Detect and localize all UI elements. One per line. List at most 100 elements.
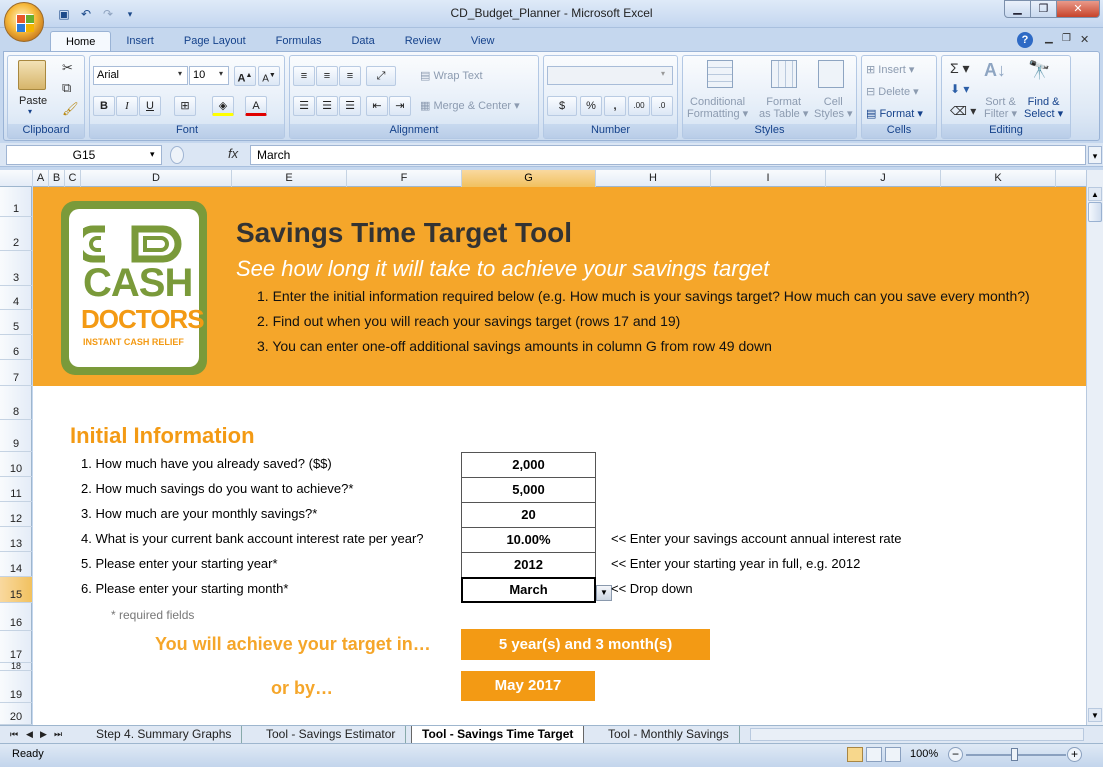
zoom-level[interactable]: 100% [910, 748, 938, 760]
row-header[interactable]: 14 [0, 552, 32, 577]
row-header[interactable]: 11 [0, 477, 32, 502]
column-header[interactable]: F [347, 170, 462, 187]
column-header[interactable]: J [826, 170, 941, 187]
sheet-tab[interactable]: Tool - Savings Estimator [256, 726, 407, 743]
zoom-in-icon[interactable]: + [1067, 747, 1082, 762]
tab-review[interactable]: Review [390, 31, 456, 51]
currency-button[interactable]: $ [547, 96, 577, 116]
page-layout-view-icon[interactable] [866, 747, 882, 762]
clear-icon[interactable]: ⌫ ▾ [950, 104, 976, 118]
row-header[interactable]: 18 [0, 662, 32, 671]
row-header-selected[interactable]: 15 [0, 577, 32, 603]
align-top-icon[interactable]: ≡ [293, 66, 315, 86]
vertical-scrollbar[interactable]: ▲ ▼ [1086, 170, 1103, 725]
sheet-tab[interactable]: Tool - Monthly Savings [598, 726, 740, 743]
format-as-table-button[interactable]: Format as Table ▾ [759, 96, 808, 120]
tab-home[interactable]: Home [50, 31, 112, 51]
select-all-corner[interactable] [0, 170, 33, 187]
tab-insert[interactable]: Insert [111, 31, 169, 51]
formula-input[interactable]: March [250, 145, 1086, 165]
format-painter-icon[interactable]: 🖌 [62, 101, 79, 117]
copy-icon[interactable]: ⧉ [62, 80, 71, 96]
tab-formulas[interactable]: Formulas [261, 31, 337, 51]
page-break-view-icon[interactable] [885, 747, 901, 762]
worksheet[interactable]: CASH DOCTORS INSTANT CASH RELIEF Savings… [33, 187, 1086, 725]
savings-target-input[interactable]: 5,000 [461, 477, 596, 503]
tab-page-layout[interactable]: Page Layout [169, 31, 261, 51]
find-select-button[interactable]: Find & Select ▾ [1024, 96, 1063, 120]
row-header[interactable]: 4 [0, 286, 32, 310]
row-header[interactable]: 16 [0, 603, 32, 631]
number-format-dropdown-icon[interactable]: ▾ [661, 69, 665, 78]
sheet-tab[interactable]: Step 4. Summary Graphs [86, 726, 243, 743]
paste-dropdown-icon[interactable]: ▾ [28, 107, 32, 116]
formula-cancel-icon[interactable] [170, 146, 184, 164]
merge-center-button[interactable]: ▦ Merge & Center ▾ [420, 99, 520, 112]
monthly-savings-input[interactable]: 20 [461, 502, 596, 528]
row-header[interactable]: 17 [0, 631, 32, 663]
row-header[interactable]: 1 [0, 187, 32, 217]
row-header[interactable]: 13 [0, 527, 32, 552]
sheet-tab-active[interactable]: Tool - Savings Time Target [411, 726, 585, 743]
zoom-out-icon[interactable]: − [948, 747, 963, 762]
cell-styles-button[interactable]: Cell Styles ▾ [814, 96, 853, 120]
ribbon-close-icon[interactable]: ✕ [1080, 33, 1089, 46]
column-header[interactable]: B [49, 170, 65, 187]
underline-button[interactable]: U [139, 96, 161, 116]
normal-view-icon[interactable] [847, 747, 863, 762]
paste-button[interactable]: Paste [19, 95, 47, 107]
align-right-icon[interactable]: ☰ [339, 96, 361, 116]
row-header[interactable]: 10 [0, 452, 32, 477]
minimize-button[interactable]: ▁ [1004, 0, 1031, 18]
conditional-formatting-button[interactable]: Conditional Formatting ▾ [687, 96, 748, 120]
last-sheet-icon[interactable]: ⏭ [54, 726, 62, 743]
office-button[interactable] [4, 2, 44, 42]
month-dropdown-button[interactable]: ▼ [596, 585, 612, 601]
column-header[interactable]: H [596, 170, 711, 187]
column-header[interactable]: E [232, 170, 347, 187]
row-header[interactable]: 20 [0, 703, 32, 725]
insert-function-icon[interactable]: fx [228, 146, 238, 161]
delete-cells-button[interactable]: ⊟ Delete ▾ [866, 85, 919, 98]
scroll-thumb[interactable] [1088, 202, 1102, 222]
number-format-select[interactable] [547, 66, 673, 85]
format-cells-button[interactable]: ▤ Format ▾ [866, 107, 923, 120]
borders-button[interactable]: ⊞ [174, 96, 196, 116]
conditional-formatting-icon[interactable] [707, 60, 733, 88]
row-header[interactable]: 19 [0, 671, 32, 703]
align-bottom-icon[interactable]: ≡ [339, 66, 361, 86]
tab-view[interactable]: View [456, 31, 510, 51]
column-header[interactable]: C [65, 170, 81, 187]
maximize-button[interactable]: ❐ [1030, 0, 1057, 18]
name-box[interactable]: G15 [6, 145, 162, 165]
row-header[interactable]: 12 [0, 502, 32, 527]
column-header[interactable]: K [941, 170, 1056, 187]
font-size-dropdown-icon[interactable]: ▾ [219, 69, 223, 78]
format-as-table-icon[interactable] [771, 60, 797, 88]
font-color-button[interactable]: A [245, 96, 267, 116]
grow-font-button[interactable]: A▲ [234, 66, 256, 86]
tab-data[interactable]: Data [336, 31, 389, 51]
cell-styles-icon[interactable] [818, 60, 844, 88]
column-header-selected[interactable]: G [462, 170, 596, 187]
comma-button[interactable]: , [604, 96, 626, 116]
align-center-icon[interactable]: ☰ [316, 96, 338, 116]
ribbon-minimize-icon[interactable]: ▁ [1045, 33, 1053, 44]
bold-button[interactable]: B [93, 96, 115, 116]
help-icon[interactable]: ? [1017, 32, 1033, 48]
increase-decimal-icon[interactable]: .00 [628, 96, 650, 116]
name-box-dropdown-icon[interactable]: ▾ [150, 149, 155, 160]
starting-year-input[interactable]: 2012 [461, 552, 596, 578]
row-header[interactable]: 7 [0, 360, 32, 386]
already-saved-input[interactable]: 2,000 [461, 452, 596, 478]
find-select-icon[interactable]: 🔭 [1028, 60, 1050, 81]
wrap-text-button[interactable]: ▤ Wrap Text [420, 69, 483, 82]
shrink-font-button[interactable]: A▼ [258, 66, 280, 86]
font-name-dropdown-icon[interactable]: ▾ [178, 69, 182, 78]
row-header[interactable]: 3 [0, 251, 32, 286]
scroll-up-icon[interactable]: ▲ [1088, 187, 1102, 201]
column-header[interactable]: A [33, 170, 49, 187]
expand-formula-icon[interactable]: ▾ [1088, 146, 1102, 164]
font-name-select[interactable]: Arial [93, 66, 188, 85]
prev-sheet-icon[interactable]: ◀ [26, 726, 33, 743]
